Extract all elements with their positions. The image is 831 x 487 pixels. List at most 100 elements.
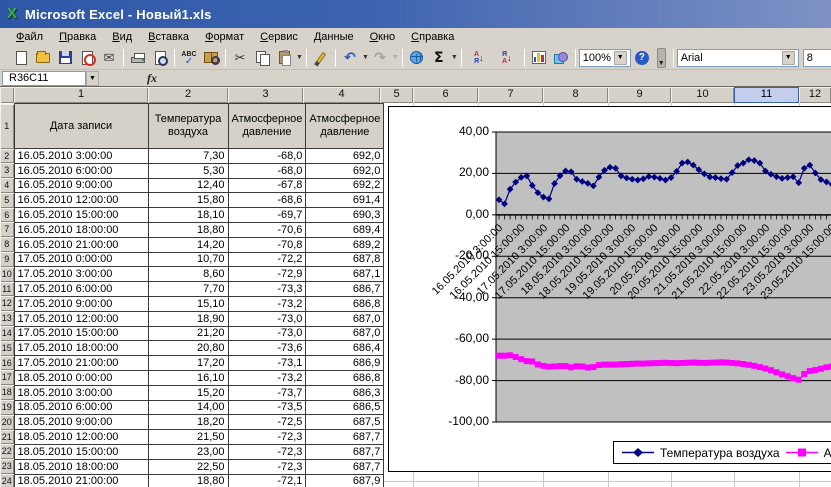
- redo-button[interactable]: ↷: [370, 48, 390, 68]
- cell[interactable]: -72,5: [228, 415, 306, 430]
- column-header-1[interactable]: 1: [14, 87, 148, 103]
- table-header-cell[interactable]: Атмосферное давление: [228, 104, 306, 149]
- redo-dropdown-arrow[interactable]: ▼: [392, 54, 399, 61]
- cell[interactable]: -72,3: [228, 459, 306, 474]
- chart-legend[interactable]: Температура воздухаАтмосферное давление: [613, 441, 831, 464]
- cell[interactable]: -73,7: [228, 385, 306, 400]
- cell[interactable]: 18.05.2010 0:00:00: [14, 370, 148, 385]
- cell[interactable]: 687,0: [306, 311, 384, 326]
- row-header-18[interactable]: 18: [0, 385, 14, 400]
- cell[interactable]: 687,0: [306, 326, 384, 341]
- sort-ascending-button[interactable]: АЯ ↓: [466, 48, 492, 68]
- row-header-1[interactable]: 1: [0, 104, 14, 149]
- row-header-11[interactable]: 11: [0, 282, 14, 297]
- cell[interactable]: 16.05.2010 21:00:00: [14, 237, 148, 252]
- save-button[interactable]: [55, 48, 75, 68]
- research-button[interactable]: [201, 48, 221, 68]
- undo-button[interactable]: ↶: [340, 48, 360, 68]
- cell[interactable]: 21,20: [148, 326, 228, 341]
- cell[interactable]: 16.05.2010 3:00:00: [14, 149, 148, 164]
- cell[interactable]: -72,1: [228, 474, 306, 487]
- row-header-13[interactable]: 13: [0, 311, 14, 326]
- row-header-14[interactable]: 14: [0, 326, 14, 341]
- cell[interactable]: 17.05.2010 21:00:00: [14, 356, 148, 371]
- cell[interactable]: 17.05.2010 15:00:00: [14, 326, 148, 341]
- new-button[interactable]: [11, 48, 31, 68]
- name-box[interactable]: R36C11: [2, 71, 86, 86]
- menu-item-1[interactable]: Файл: [8, 29, 51, 45]
- row-header-2[interactable]: 2: [0, 149, 14, 164]
- cell[interactable]: 686,5: [306, 400, 384, 415]
- row-header-10[interactable]: 10: [0, 267, 14, 282]
- cell[interactable]: 691,4: [306, 193, 384, 208]
- cell[interactable]: 18,10: [148, 208, 228, 223]
- menu-item-4[interactable]: Вставка: [140, 29, 197, 45]
- menu-item-3[interactable]: Вид: [104, 29, 140, 45]
- font-name-combo[interactable]: Arial ▼: [677, 49, 799, 67]
- insert-function-button[interactable]: fx: [147, 71, 157, 86]
- cell[interactable]: 15,80: [148, 193, 228, 208]
- cell[interactable]: 692,0: [306, 163, 384, 178]
- row-header-20[interactable]: 20: [0, 415, 14, 430]
- cell[interactable]: 686,8: [306, 370, 384, 385]
- cell[interactable]: -68,0: [228, 149, 306, 164]
- cell[interactable]: 687,1: [306, 267, 384, 282]
- cell[interactable]: 686,8: [306, 296, 384, 311]
- print-button[interactable]: [128, 48, 148, 68]
- column-header-11[interactable]: 11: [734, 87, 799, 103]
- cell[interactable]: -73,2: [228, 296, 306, 311]
- cell[interactable]: 16,10: [148, 370, 228, 385]
- copy-button[interactable]: [252, 48, 272, 68]
- cell[interactable]: -72,2: [228, 252, 306, 267]
- cell[interactable]: 686,7: [306, 282, 384, 297]
- cell[interactable]: 17.05.2010 18:00:00: [14, 341, 148, 356]
- cut-button[interactable]: ✂: [230, 48, 250, 68]
- column-header-4[interactable]: 4: [303, 87, 380, 103]
- menu-item-2[interactable]: Правка: [51, 29, 104, 45]
- cell[interactable]: 16.05.2010 6:00:00: [14, 163, 148, 178]
- cell[interactable]: 17.05.2010 9:00:00: [14, 296, 148, 311]
- name-box-dropdown-arrow[interactable]: ▼: [86, 71, 99, 86]
- column-header-3[interactable]: 3: [228, 87, 303, 103]
- cell[interactable]: 16.05.2010 9:00:00: [14, 178, 148, 193]
- cell[interactable]: -72,9: [228, 267, 306, 282]
- select-all-corner[interactable]: [0, 87, 14, 103]
- cell[interactable]: 10,70: [148, 252, 228, 267]
- table-header-cell[interactable]: Дата записи: [14, 104, 148, 149]
- format-painter-button[interactable]: [311, 48, 331, 68]
- cell[interactable]: -72,3: [228, 444, 306, 459]
- spelling-button[interactable]: ABC✓: [179, 48, 199, 68]
- row-header-22[interactable]: 22: [0, 444, 14, 459]
- cell[interactable]: -68,0: [228, 163, 306, 178]
- row-header-5[interactable]: 5: [0, 193, 14, 208]
- cell[interactable]: 686,9: [306, 356, 384, 371]
- column-header-10[interactable]: 10: [671, 87, 734, 103]
- cell[interactable]: 22,50: [148, 459, 228, 474]
- cell[interactable]: -70,8: [228, 237, 306, 252]
- cell[interactable]: -70,6: [228, 222, 306, 237]
- row-header-4[interactable]: 4: [0, 178, 14, 193]
- cell[interactable]: 18,90: [148, 311, 228, 326]
- cell[interactable]: 17.05.2010 0:00:00: [14, 252, 148, 267]
- table-header-cell[interactable]: Атмосферное давление: [306, 104, 384, 149]
- open-button[interactable]: [33, 48, 53, 68]
- font-size-combo[interactable]: 8: [803, 49, 831, 67]
- cell[interactable]: -67,8: [228, 178, 306, 193]
- menu-item-7[interactable]: Данные: [306, 29, 362, 45]
- column-header-5[interactable]: 5: [380, 87, 413, 103]
- column-header-8[interactable]: 8: [543, 87, 608, 103]
- paste-dropdown-arrow[interactable]: ▼: [296, 54, 303, 61]
- row-header-12[interactable]: 12: [0, 296, 14, 311]
- cell[interactable]: 23,00: [148, 444, 228, 459]
- cell[interactable]: 5,30: [148, 163, 228, 178]
- autosum-button[interactable]: Σ: [429, 48, 449, 68]
- cell[interactable]: 14,00: [148, 400, 228, 415]
- cell[interactable]: 17.05.2010 6:00:00: [14, 282, 148, 297]
- menu-item-6[interactable]: Сервис: [252, 29, 306, 45]
- cell[interactable]: 17.05.2010 12:00:00: [14, 311, 148, 326]
- sort-descending-button[interactable]: ЯА ↓: [494, 48, 520, 68]
- undo-dropdown-arrow[interactable]: ▼: [362, 54, 369, 61]
- table-header-cell[interactable]: Температура воздуха: [148, 104, 228, 149]
- paste-button[interactable]: [274, 48, 294, 68]
- cell[interactable]: 687,7: [306, 444, 384, 459]
